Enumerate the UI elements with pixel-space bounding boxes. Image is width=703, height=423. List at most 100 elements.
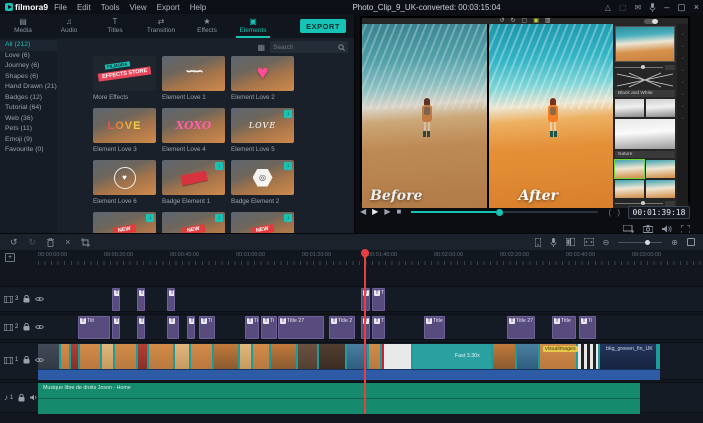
category-item[interactable]: Badges (12) [0, 93, 57, 104]
media-tab[interactable]: T Titles [92, 14, 138, 38]
music-clip[interactable]: Musique libre de droits Joson - Home [38, 383, 640, 414]
element-item[interactable]: NEW ↓ [93, 212, 156, 233]
timeline-zoom-slider[interactable] [618, 239, 663, 245]
title-clip[interactable]: T Titl [245, 316, 259, 339]
track-header-video-3[interactable]: 3 [4, 295, 45, 303]
speaker-icon[interactable] [30, 394, 38, 401]
video-thumbnail-segment[interactable] [102, 344, 113, 369]
redo-icon[interactable]: ↻ [29, 237, 37, 248]
video-thumbnail-segment[interactable] [271, 344, 296, 369]
media-tab[interactable]: ⇄ Transition [138, 14, 184, 38]
video-thumbnail-segment[interactable] [369, 344, 380, 369]
video-thumbnail-segment[interactable] [382, 344, 411, 369]
mail-icon[interactable]: ✉ [635, 3, 642, 12]
video-thumbnail-segment[interactable] [319, 344, 345, 369]
element-item[interactable]: ∽∽ ↓ Element Love 1 [162, 56, 225, 108]
fit-timeline-icon[interactable] [687, 238, 695, 246]
element-item[interactable]: FILMORA EFFECTS STORE ↓ More Effects [93, 56, 156, 108]
maximize-button[interactable]: ▢ [677, 2, 686, 13]
video-thumbnail-segment[interactable] [191, 344, 212, 369]
title-clip[interactable]: T Ti [579, 316, 596, 339]
grid-view-icon[interactable]: ▦ [257, 43, 265, 52]
previous-frame-button[interactable]: ◀ [360, 208, 366, 216]
search-input[interactable] [273, 43, 335, 51]
title-clip[interactable]: T [167, 316, 179, 339]
menu-item[interactable]: View [129, 3, 146, 12]
track-header-video-2[interactable]: 2 [4, 323, 45, 331]
title-clip[interactable]: T [112, 288, 120, 311]
category-item[interactable]: Emoji (9) [0, 135, 57, 146]
video-thumbnail-segment[interactable] [80, 344, 100, 369]
element-item[interactable]: XOXO ↓ Element Love 4 [162, 108, 225, 160]
category-item[interactable]: All (212) [0, 40, 57, 51]
title-clip[interactable]: T [361, 316, 370, 339]
seek-knob[interactable] [495, 208, 503, 216]
layout-icon[interactable]: ▢ [619, 3, 627, 12]
mic-icon[interactable] [649, 2, 656, 12]
element-item[interactable]: LOVE ↓ Element Love 5 [231, 108, 294, 160]
lock-icon[interactable] [23, 356, 30, 364]
timeline-ruler[interactable]: + 00:00:00:00 00:00:20:00 00:00:40:00 00:01… [0, 250, 703, 266]
category-item[interactable]: Tutorial (64) [0, 103, 57, 114]
record-device-icon[interactable] [534, 237, 541, 247]
title-clip[interactable]: T Titl [78, 316, 110, 339]
video-thumbnail-segment[interactable] [214, 344, 238, 369]
video-thumbnail-segment[interactable] [240, 344, 251, 369]
title-clip[interactable]: T [137, 288, 145, 311]
lock-icon[interactable] [18, 393, 25, 402]
video-thumbnail-segment[interactable] [298, 344, 317, 369]
title-clip[interactable]: T Title 27 [278, 316, 324, 339]
video-thumbnail-segment[interactable] [71, 344, 78, 369]
title-clip[interactable]: T Title [372, 316, 385, 339]
stop-button[interactable]: ■ [396, 208, 401, 216]
title-clip[interactable]: T [167, 288, 175, 311]
search-box[interactable] [270, 41, 348, 53]
share-icon[interactable]: △ [605, 3, 611, 12]
element-item[interactable]: LOVE ↓ Element Love 3 [93, 108, 156, 160]
media-tab[interactable]: ♫ Audio [46, 14, 92, 38]
split-screen-icon[interactable] [565, 238, 575, 246]
video-thumbnail-segment[interactable] [253, 344, 269, 369]
title-clip[interactable]: T Title 27 [507, 316, 535, 339]
voiceover-mic-icon[interactable] [550, 237, 557, 247]
title-clip[interactable]: T Title [372, 288, 385, 311]
video-thumbnail-segment[interactable] [517, 344, 538, 369]
title-clip[interactable]: T Ti [261, 316, 277, 339]
video-thumbnail-segment[interactable] [493, 344, 515, 369]
category-item[interactable]: Favourite (0) [0, 145, 57, 156]
title-clip[interactable]: T Title [552, 316, 576, 339]
eye-icon[interactable] [35, 324, 45, 330]
undo-icon[interactable]: ↺ [10, 237, 18, 248]
category-item[interactable]: Web (36) [0, 114, 57, 125]
next-frame-button[interactable]: ▶ [384, 208, 390, 216]
play-button[interactable]: ▶ [372, 208, 378, 216]
preview-viewport[interactable]: ↺ ↻ ▢ ▣ ▥ Before After Black and White N… [360, 16, 690, 208]
video-thumbnail-segment[interactable] [115, 344, 136, 369]
video-track-3[interactable] [0, 286, 703, 312]
minimize-button[interactable]: – [664, 2, 669, 12]
title-clip[interactable]: T [137, 316, 145, 339]
menu-item[interactable]: Help [190, 3, 206, 12]
menu-item[interactable]: File [54, 3, 67, 12]
title-clip[interactable]: T [112, 316, 120, 339]
eye-icon[interactable] [35, 357, 45, 363]
track-header-video-1[interactable]: 1 [4, 356, 45, 364]
snapshot-camera-icon[interactable] [643, 225, 653, 233]
category-item[interactable]: Love (6) [0, 51, 57, 62]
title-clip[interactable]: T [361, 288, 370, 311]
title-clip[interactable]: T Title 2 [329, 316, 355, 339]
menu-item[interactable]: Tools [101, 3, 120, 12]
category-item[interactable]: Shapes (6) [0, 72, 57, 83]
video-track-1[interactable]: Fast 3.30x visualimages bkg_greeen_fin_U… [0, 342, 703, 380]
menu-item[interactable]: Edit [77, 3, 91, 12]
mark-in-out-icon[interactable]: ( ) [608, 208, 622, 217]
video-thumbnail-segment[interactable] [578, 344, 598, 369]
zoom-in-icon[interactable]: ⊕ [671, 238, 678, 247]
menu-item[interactable]: Export [157, 3, 180, 12]
element-item[interactable]: ◎ ↓ Badge Element 2 [231, 160, 294, 212]
seek-bar[interactable] [411, 208, 599, 216]
audio-track-1[interactable]: Musique libre de droits Joson - Home [0, 382, 703, 414]
video-thumbnail-segment[interactable] [61, 344, 69, 369]
element-item[interactable]: NEW ↓ [162, 212, 225, 233]
media-tab[interactable]: ▣ Elements [230, 14, 276, 38]
